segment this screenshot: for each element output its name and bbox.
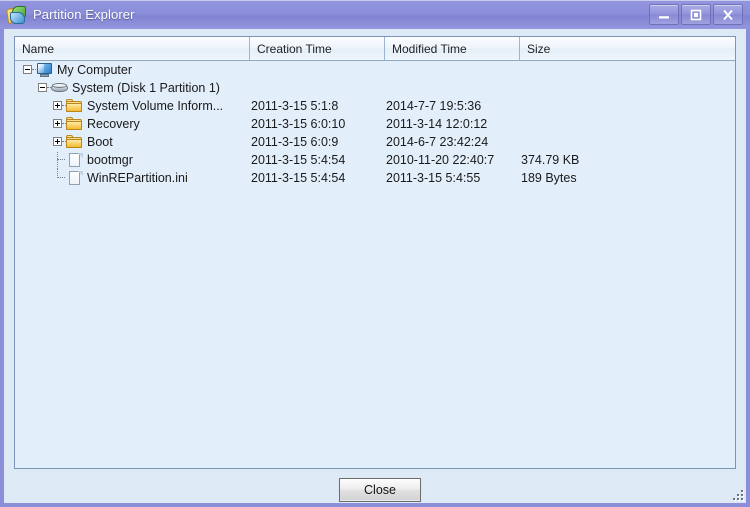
folder-icon xyxy=(66,98,84,114)
column-header-size-label: Size xyxy=(527,41,551,56)
partition-explorer-window: Partition Explorer Name Creation Time Mo… xyxy=(0,0,750,507)
row-modified-time: 2010-11-20 22:40:7 xyxy=(386,153,495,167)
file-icon xyxy=(66,152,84,168)
row-name-cell: System Volume Inform... xyxy=(15,97,250,115)
close-button[interactable]: Close xyxy=(339,478,421,502)
collapse-toggle-icon[interactable] xyxy=(36,79,51,97)
file-list-panel: Name Creation Time Modified Time Size My… xyxy=(14,36,736,469)
row-name-label: Boot xyxy=(87,135,113,149)
row-name-label: My Computer xyxy=(57,63,133,77)
title-bar[interactable]: Partition Explorer xyxy=(0,0,750,29)
row-creation-time: 2011-3-15 6:0:9 xyxy=(251,135,339,149)
row-name-label: System (Disk 1 Partition 1) xyxy=(72,81,220,95)
row-name-label: System Volume Inform... xyxy=(87,99,224,113)
resize-grip[interactable] xyxy=(732,489,745,502)
column-header-row: Name Creation Time Modified Time Size xyxy=(15,37,735,61)
row-creation-time: 2011-3-15 6:0:10 xyxy=(251,117,346,131)
expand-toggle-icon[interactable] xyxy=(51,115,66,133)
window-controls xyxy=(649,4,743,25)
monitor-icon xyxy=(36,62,54,78)
column-header-name-label: Name xyxy=(22,41,55,56)
column-header-modified-time[interactable]: Modified Time xyxy=(385,37,520,60)
collapse-toggle-icon[interactable] xyxy=(21,61,36,79)
expand-toggle-icon[interactable] xyxy=(51,133,66,151)
partition-explorer-icon xyxy=(6,5,26,24)
folder-icon xyxy=(66,134,84,150)
table-row[interactable]: System (Disk 1 Partition 1) xyxy=(15,79,735,97)
row-modified-time: 2014-7-7 19:5:36 xyxy=(386,99,482,113)
column-header-creation-time-label: Creation Time xyxy=(257,41,332,56)
table-row[interactable]: Recovery 2011-3-15 6:0:10 2011-3-14 12:0:1… xyxy=(15,115,735,133)
table-row[interactable]: WinREPartition.ini 2011-3-15 5:4:54 2011-3… xyxy=(15,169,735,187)
minimize-button[interactable] xyxy=(649,4,679,25)
column-header-size[interactable]: Size xyxy=(520,37,735,60)
dialog-footer: Close xyxy=(4,469,746,503)
maximize-button[interactable] xyxy=(681,4,711,25)
row-modified-time: 2014-6-7 23:42:24 xyxy=(386,135,489,149)
table-row[interactable]: System Volume Inform... 2011-3-15 5:1:8 20… xyxy=(15,97,735,115)
window-title: Partition Explorer xyxy=(33,7,135,22)
close-button-titlebar[interactable] xyxy=(713,4,743,25)
row-name-cell: WinREPartition.ini xyxy=(15,169,250,187)
row-modified-time: 2011-3-14 12:0:12 xyxy=(386,117,488,131)
tree-connector xyxy=(51,151,66,169)
row-name-cell: My Computer xyxy=(15,61,250,79)
row-size: 374.79 KB xyxy=(521,153,580,167)
row-size: 189 Bytes xyxy=(521,171,577,185)
row-name-cell: Recovery xyxy=(15,115,250,133)
row-name-cell: System (Disk 1 Partition 1) xyxy=(15,79,250,97)
close-icon xyxy=(723,9,733,20)
row-name-label: bootmgr xyxy=(87,153,133,167)
file-icon xyxy=(66,170,84,186)
maximize-icon xyxy=(690,9,702,20)
row-name-label: WinREPartition.ini xyxy=(87,171,188,185)
table-row[interactable]: My Computer xyxy=(15,61,735,79)
row-modified-time: 2011-3-15 5:4:55 xyxy=(386,171,481,185)
column-header-name[interactable]: Name xyxy=(15,37,250,60)
tree-connector xyxy=(51,169,66,187)
row-name-cell: Boot xyxy=(15,133,250,151)
column-header-modified-time-label: Modified Time xyxy=(392,41,467,56)
table-row[interactable]: bootmgr 2011-3-15 5:4:54 2010-11-20 22:40:… xyxy=(15,151,735,169)
folder-icon xyxy=(66,116,84,132)
file-tree: My Computer System (Disk 1 Partition 1) Sy… xyxy=(15,61,735,468)
row-name-label: Recovery xyxy=(87,117,140,131)
row-creation-time: 2011-3-15 5:4:54 xyxy=(251,153,346,167)
disk-icon xyxy=(51,80,69,96)
row-name-cell: bootmgr xyxy=(15,151,250,169)
expand-toggle-icon[interactable] xyxy=(51,97,66,115)
minimize-icon xyxy=(659,15,669,18)
row-creation-time: 2011-3-15 5:1:8 xyxy=(251,99,339,113)
table-row[interactable]: Boot 2011-3-15 6:0:9 2014-6-7 23:42:24 xyxy=(15,133,735,151)
column-header-creation-time[interactable]: Creation Time xyxy=(250,37,385,60)
row-creation-time: 2011-3-15 5:4:54 xyxy=(251,171,346,185)
